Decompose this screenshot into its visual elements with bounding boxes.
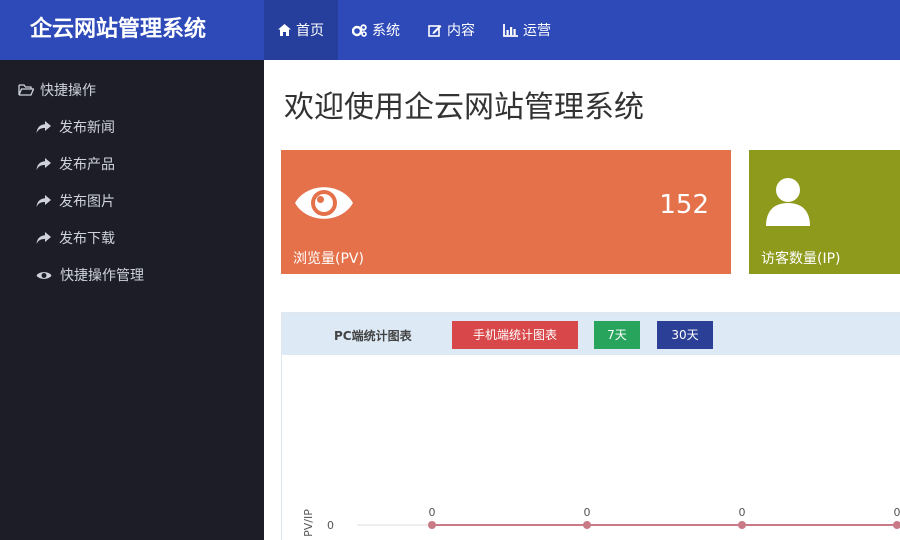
top-navbar: 企云网站管理系统 首页 系统 内容 运营 <box>0 0 900 60</box>
nav-item-label: 内容 <box>447 23 475 39</box>
stats-chart-panel: PC端统计图表 手机端统计图表 7天 30天 PV/IP000000 <box>281 312 900 540</box>
nav-item-home[interactable]: 首页 <box>264 0 338 60</box>
sidebar-item-publish-product[interactable]: 发布产品 <box>36 154 115 174</box>
y-axis-label: PV/IP <box>302 509 315 537</box>
pv-label: 浏览量(PV) <box>293 251 364 267</box>
sidebar-item-label: 发布新闻 <box>59 120 115 136</box>
main-content: 欢迎使用企云网站管理系统 152 浏览量(PV) 访客数量(IP) PC端统计图… <box>264 60 900 540</box>
sidebar-item-label: 发布图片 <box>59 194 115 210</box>
pc-chart-tab[interactable]: PC端统计图表 <box>334 327 412 344</box>
pv-value: 152 <box>659 190 709 220</box>
sidebar-item-label: 发布下载 <box>59 231 115 247</box>
data-point <box>738 521 746 529</box>
bar-chart-icon <box>503 23 518 37</box>
sidebar-item-publish-download[interactable]: 发布下载 <box>36 228 115 248</box>
nav-item-label: 运营 <box>523 23 551 39</box>
sidebar-item-shortcut-manage[interactable]: 快捷操作管理 <box>36 265 144 285</box>
share-icon <box>36 158 51 170</box>
cogs-icon <box>352 23 367 37</box>
seven-days-button[interactable]: 7天 <box>594 321 640 349</box>
sidebar-item-publish-image[interactable]: 发布图片 <box>36 191 115 211</box>
sidebar-group-label: 快捷操作 <box>40 83 96 99</box>
share-icon <box>36 121 51 133</box>
sidebar: 快捷操作 发布新闻 发布产品 发布图片 发布下载 快捷操作管理 <box>0 60 264 540</box>
eye-icon <box>293 180 355 230</box>
edit-icon <box>428 24 442 37</box>
nav-item-content[interactable]: 内容 <box>414 0 489 60</box>
brand-title[interactable]: 企云网站管理系统 <box>0 0 264 60</box>
nav-item-system[interactable]: 系统 <box>338 0 414 60</box>
page-title: 欢迎使用企云网站管理系统 <box>284 90 644 125</box>
data-point <box>893 521 900 529</box>
data-label: 0 <box>894 506 900 519</box>
sidebar-group-shortcuts[interactable]: 快捷操作 <box>18 80 96 100</box>
eye-icon <box>36 270 52 281</box>
nav-item-label: 首页 <box>296 23 324 39</box>
nav-item-label: 系统 <box>372 23 400 39</box>
sidebar-item-label: 快捷操作管理 <box>60 268 144 284</box>
data-label: 0 <box>584 506 591 519</box>
mobile-chart-button[interactable]: 手机端统计图表 <box>452 321 578 349</box>
user-icon <box>763 176 813 232</box>
pv-stat-card[interactable]: 152 浏览量(PV) <box>281 150 731 274</box>
ip-stat-card[interactable]: 访客数量(IP) <box>749 150 900 274</box>
ip-label: 访客数量(IP) <box>761 251 841 267</box>
data-label: 0 <box>739 506 746 519</box>
thirty-days-button[interactable]: 30天 <box>657 321 713 349</box>
line-chart: PV/IP000000 <box>302 506 900 537</box>
data-point <box>428 521 436 529</box>
home-icon <box>278 24 291 36</box>
data-label: 0 <box>429 506 436 519</box>
share-icon <box>36 195 51 207</box>
chart-tab-bar: PC端统计图表 手机端统计图表 7天 30天 <box>282 313 900 355</box>
share-icon <box>36 232 51 244</box>
sidebar-item-label: 发布产品 <box>59 157 115 173</box>
data-point <box>583 521 591 529</box>
main-nav: 首页 系统 内容 运营 <box>264 0 565 60</box>
nav-item-operation[interactable]: 运营 <box>489 0 565 60</box>
folder-open-icon <box>18 84 34 96</box>
y-tick-label: 0 <box>327 519 334 532</box>
sidebar-item-publish-news[interactable]: 发布新闻 <box>36 117 115 137</box>
